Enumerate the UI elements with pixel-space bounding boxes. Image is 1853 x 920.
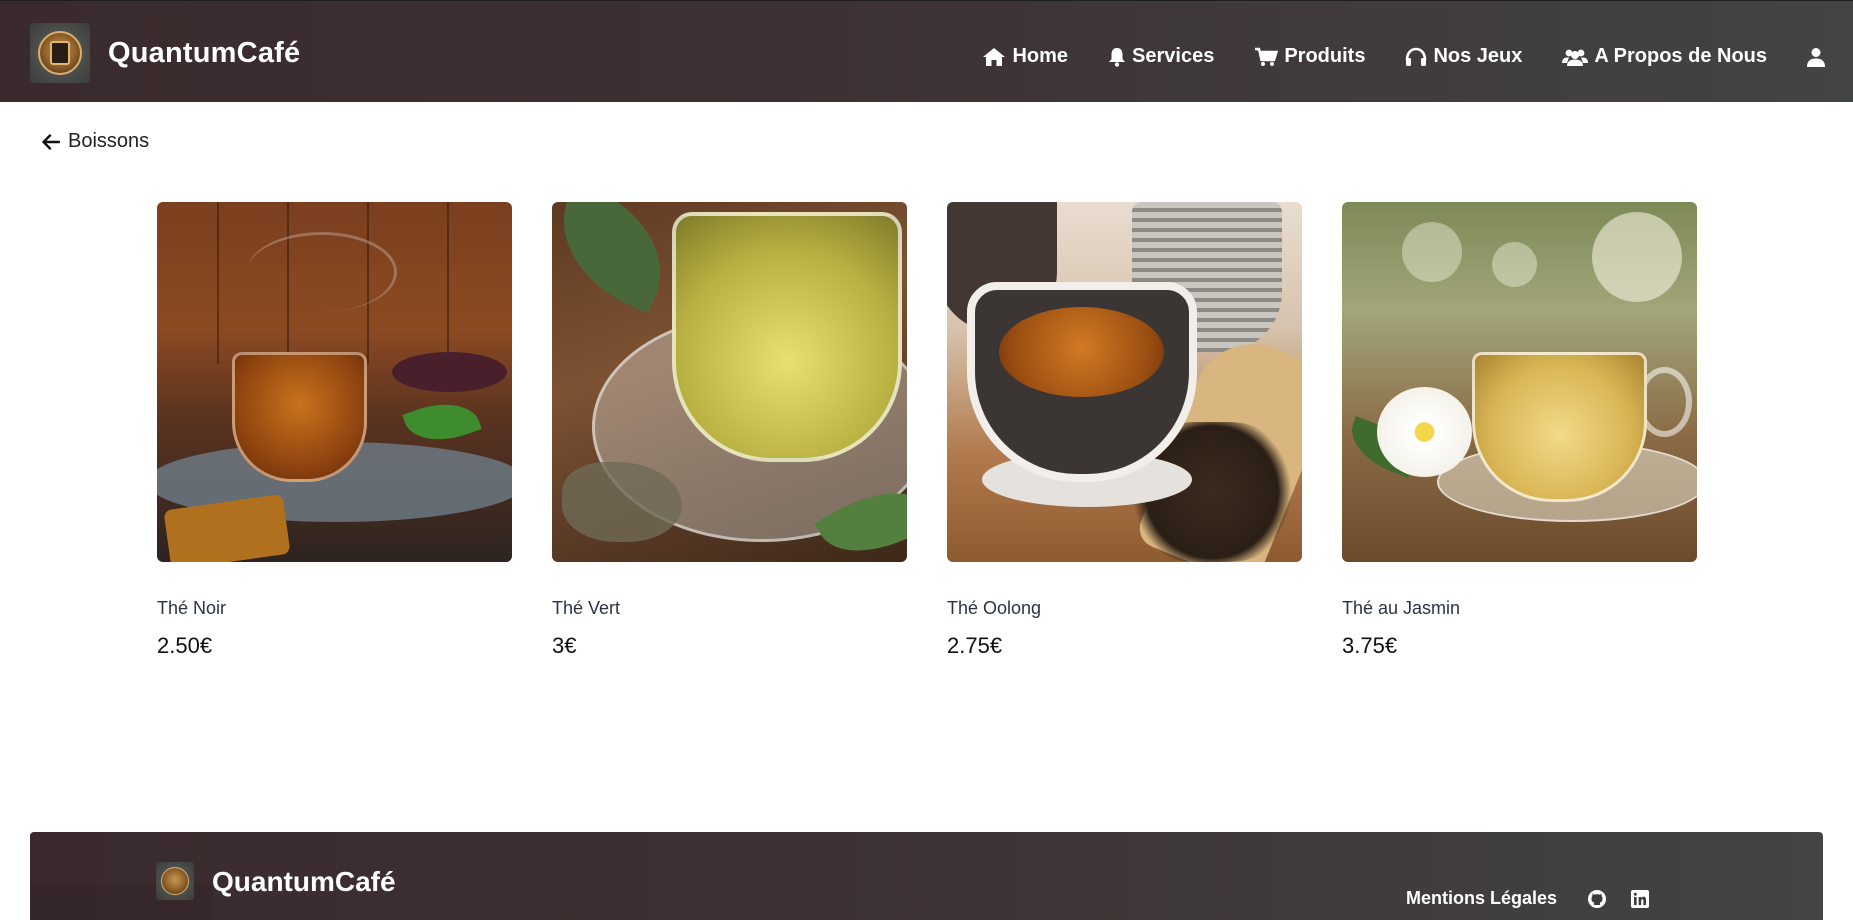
users-icon xyxy=(1562,49,1589,66)
arrow-left-icon xyxy=(42,133,60,150)
nav-label: A Propos de Nous xyxy=(1594,45,1767,67)
back-link-label: Boissons xyxy=(68,130,150,152)
brand[interactable]: QuantumCafé xyxy=(30,23,300,83)
footer-brand-logo xyxy=(156,862,194,900)
nav-item-services[interactable]: Services xyxy=(1108,45,1214,68)
user-account-button[interactable] xyxy=(1807,47,1831,67)
linkedin-icon[interactable] xyxy=(1631,889,1649,908)
headphones-icon xyxy=(1406,47,1427,66)
jasmine-tea-photo[interactable] xyxy=(1342,202,1697,562)
bell-icon xyxy=(1109,47,1126,67)
brand-name: QuantumCafé xyxy=(108,36,301,69)
github-icon[interactable] xyxy=(1587,889,1607,909)
home-icon xyxy=(983,47,1006,66)
cart-icon xyxy=(1255,47,1279,66)
main-nav: Home Services Produits Nos Jeux A Propos… xyxy=(982,45,1853,68)
product-price: 2.75€ xyxy=(947,633,1003,658)
nav-label: Produits xyxy=(1284,45,1366,67)
product-card[interactable]: Thé Noir 2.50€ xyxy=(157,202,512,659)
product-grid: Thé Noir 2.50€ Thé Vert 3€ Thé Oolong 2.… xyxy=(157,202,1697,659)
product-name[interactable]: Thé au Jasmin xyxy=(1342,598,1697,619)
product-name[interactable]: Thé Noir xyxy=(157,598,512,619)
product-price: 3.75€ xyxy=(1342,633,1398,658)
black-tea-photo[interactable] xyxy=(157,202,512,562)
nav-label: Services xyxy=(1132,45,1215,67)
oolong-tea-photo[interactable] xyxy=(947,202,1302,562)
nav-label: Home xyxy=(1012,45,1069,67)
product-price: 2.50€ xyxy=(157,633,213,658)
product-card[interactable]: Thé Oolong 2.75€ xyxy=(947,202,1302,659)
brand-logo xyxy=(30,23,90,83)
product-name[interactable]: Thé Oolong xyxy=(947,598,1302,619)
top-navbar: QuantumCafé Home Services Produits Nos J… xyxy=(0,0,1853,102)
footer-links: Mentions Légales xyxy=(1406,888,1673,909)
nav-item-nos-jeux[interactable]: Nos Jeux xyxy=(1405,45,1522,68)
nav-item-home[interactable]: Home xyxy=(982,45,1068,68)
green-tea-photo[interactable] xyxy=(552,202,907,562)
nav-item-a-propos[interactable]: A Propos de Nous xyxy=(1562,45,1767,68)
product-name[interactable]: Thé Vert xyxy=(552,598,907,619)
footer-brand-name: QuantumCafé xyxy=(212,866,396,897)
legal-notice-link[interactable]: Mentions Légales xyxy=(1406,888,1557,909)
product-card[interactable]: Thé Vert 3€ xyxy=(552,202,907,659)
nav-label: Nos Jeux xyxy=(1433,45,1523,67)
footer: QuantumCafé Mentions Légales xyxy=(30,832,1823,920)
nav-item-produits[interactable]: Produits xyxy=(1254,45,1365,68)
product-price: 3€ xyxy=(552,633,577,658)
product-card[interactable]: Thé au Jasmin 3.75€ xyxy=(1342,202,1697,659)
user-icon xyxy=(1807,47,1825,67)
back-to-boissons-link[interactable]: Boissons xyxy=(42,130,149,153)
